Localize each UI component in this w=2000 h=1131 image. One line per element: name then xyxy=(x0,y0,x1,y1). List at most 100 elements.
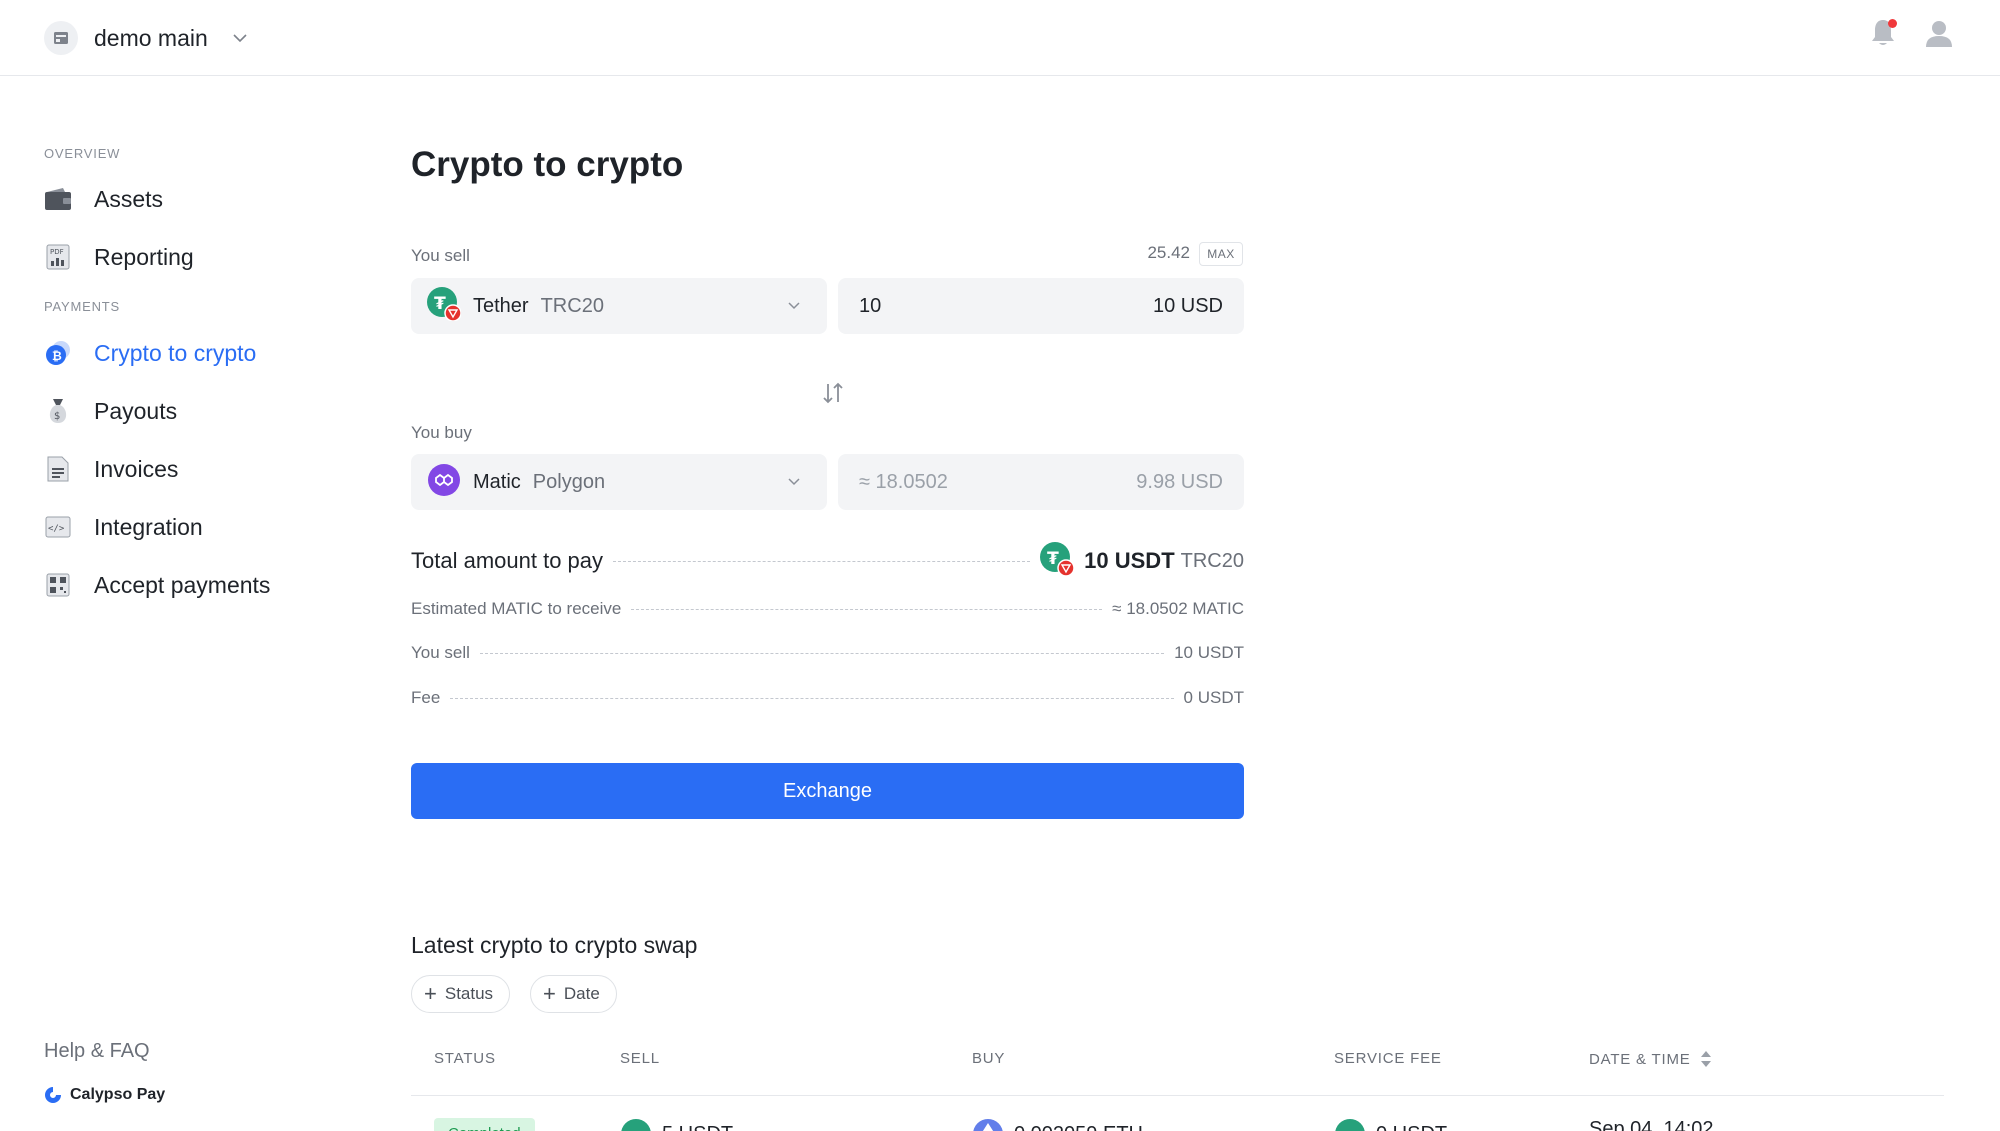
qr-code-icon xyxy=(44,571,72,599)
workspace-name: demo main xyxy=(94,24,208,51)
sidebar-item-label: Crypto to crypto xyxy=(94,339,257,366)
building-icon xyxy=(44,21,78,55)
filter-date-button[interactable]: + Date xyxy=(530,975,617,1013)
sell-coin-name: Tether xyxy=(473,294,529,317)
total-amount-label: Total amount to pay xyxy=(411,548,604,573)
summary-row-you-sell: You sell 10 USDT xyxy=(411,640,1244,666)
buy-currency-select[interactable]: Matic Polygon xyxy=(411,454,827,510)
table-header-divider xyxy=(411,1095,1944,1096)
column-header-status: STATUS xyxy=(434,1050,496,1067)
buy-coin-name: Matic xyxy=(473,470,521,493)
document-icon xyxy=(44,455,72,483)
summary-row-fee: Fee 0 USDT xyxy=(411,685,1244,711)
pdf-report-icon: PDF xyxy=(44,243,72,271)
filter-status-button[interactable]: + Status xyxy=(411,975,511,1013)
summary-label: You sell xyxy=(411,643,470,662)
buy-cell-value: 0.002059 ETH xyxy=(1014,1123,1143,1131)
summary-value: 10 USDT xyxy=(1174,643,1244,662)
brand-name: Calypso Pay xyxy=(70,1086,166,1103)
fee-cell-value: 0 USDT xyxy=(1376,1123,1447,1131)
chevron-down-icon xyxy=(788,302,800,310)
bitcoin-coins-icon: ₿ xyxy=(44,339,72,367)
svg-text:₮: ₮ xyxy=(1047,549,1059,569)
ethereum-icon xyxy=(973,1119,1003,1131)
exchange-button[interactable]: Exchange xyxy=(411,763,1244,819)
polygon-icon xyxy=(427,463,461,502)
wallet-icon xyxy=(44,185,72,213)
dotted-leader xyxy=(613,560,1031,562)
sell-amount-field[interactable]: 10 USD xyxy=(838,278,1244,334)
sidebar-item-payouts[interactable]: $ Payouts xyxy=(44,391,314,431)
column-header-label: DATE & TIME xyxy=(1589,1050,1691,1068)
sell-cell-value: 5 USDT xyxy=(662,1123,733,1131)
buy-cell: 0.002059 ETH xyxy=(972,1118,1143,1131)
date-cell: Sep 04, 14:02 xyxy=(1589,1118,1714,1131)
svg-text:</>: </> xyxy=(48,524,65,534)
summary-value: ≈ 18.0502 MATIC xyxy=(1112,599,1244,618)
sidebar-section-overview: OVERVIEW xyxy=(44,146,121,161)
sidebar-item-label: Invoices xyxy=(94,455,179,482)
user-menu-button[interactable] xyxy=(1922,16,1956,50)
sell-coin-network: TRC20 xyxy=(540,294,604,317)
page-title: Crypto to crypto xyxy=(411,145,684,184)
sidebar-item-invoices[interactable]: Invoices xyxy=(44,449,314,489)
tether-icon xyxy=(1335,1119,1365,1131)
sidebar-item-assets[interactable]: Assets xyxy=(44,179,314,219)
sidebar-item-reporting[interactable]: PDF Reporting xyxy=(44,237,314,277)
tether-trc20-icon: ₮ xyxy=(427,286,462,326)
plus-icon: + xyxy=(424,981,437,1006)
dotted-leader xyxy=(631,608,1103,610)
notification-dot xyxy=(1888,19,1897,28)
dotted-leader xyxy=(450,697,1174,699)
sidebar-item-crypto-to-crypto[interactable]: ₿ Crypto to crypto xyxy=(44,333,314,373)
filter-label: Status xyxy=(444,984,494,1003)
sell-balance: 25.42 xyxy=(1147,243,1190,262)
sell-amount-usd: 10 USD xyxy=(1152,294,1223,317)
sell-label: You sell xyxy=(411,246,470,265)
calypso-logo-icon xyxy=(45,1087,61,1103)
summary-label: Estimated MATIC to receive xyxy=(411,599,622,618)
sell-amount-input[interactable] xyxy=(859,294,1059,318)
buy-amount-value: ≈ 18.0502 xyxy=(859,470,948,493)
sell-currency-select[interactable]: ₮ Tether TRC20 xyxy=(411,278,827,334)
column-header-sell: SELL xyxy=(620,1050,660,1067)
tether-trc20-icon: ₮ xyxy=(1040,541,1075,581)
column-header-date-time[interactable]: DATE & TIME xyxy=(1589,1050,1713,1068)
dotted-leader xyxy=(479,652,1165,654)
svg-text:₿: ₿ xyxy=(52,349,62,363)
status-badge: Completed xyxy=(434,1118,535,1131)
tether-icon xyxy=(621,1119,651,1131)
sidebar-item-label: Reporting xyxy=(94,243,194,270)
svg-text:PDF: PDF xyxy=(50,248,64,256)
buy-amount-field: ≈ 18.0502 9.98 USD xyxy=(838,454,1244,510)
money-bag-icon: $ xyxy=(44,397,72,425)
sidebar-item-label: Integration xyxy=(94,513,203,540)
buy-label: You buy xyxy=(411,423,472,442)
total-amount-row: Total amount to pay ₮ 10 USDT TRC20 xyxy=(411,541,1244,581)
summary-row-estimated: Estimated MATIC to receive ≈ 18.0502 MAT… xyxy=(411,596,1244,622)
code-icon: </> xyxy=(44,513,72,541)
sidebar: OVERVIEW Assets PDF Reporting PAYMENTS ₿… xyxy=(0,77,330,1131)
buy-coin-network: Polygon xyxy=(532,470,606,493)
sidebar-item-label: Accept payments xyxy=(94,571,271,598)
svg-text:$: $ xyxy=(54,411,60,422)
column-header-service-fee: SERVICE FEE xyxy=(1334,1050,1442,1067)
top-bar: demo main xyxy=(0,0,2000,76)
sidebar-item-integration[interactable]: </> Integration xyxy=(44,507,314,547)
workspace-switcher[interactable]: demo main xyxy=(44,18,250,58)
sell-cell: 5 USDT xyxy=(620,1118,733,1131)
filter-label: Date xyxy=(563,984,600,1003)
notifications-button[interactable] xyxy=(1868,16,1900,50)
swap-direction-icon[interactable] xyxy=(820,380,846,406)
buy-amount-usd: 9.98 USD xyxy=(1136,470,1223,493)
help-faq-link[interactable]: Help & FAQ xyxy=(44,1040,150,1063)
user-icon xyxy=(1926,21,1952,47)
svg-text:₮: ₮ xyxy=(434,294,446,314)
total-amount-value: 10 USDT xyxy=(1084,548,1175,573)
brand-logo: Calypso Pay xyxy=(44,1086,165,1104)
chevron-down-icon xyxy=(788,478,800,486)
max-button[interactable]: MAX xyxy=(1199,242,1243,266)
sidebar-item-accept-payments[interactable]: Accept payments xyxy=(44,565,314,605)
total-amount-network: TRC20 xyxy=(1180,549,1244,572)
summary-label: Fee xyxy=(411,688,441,707)
